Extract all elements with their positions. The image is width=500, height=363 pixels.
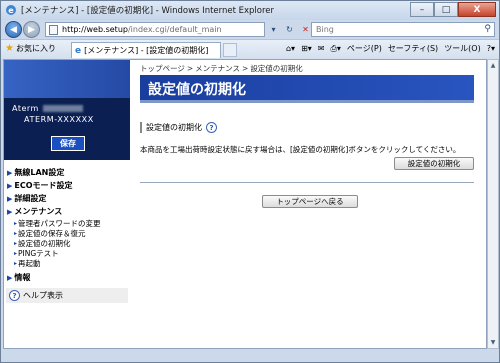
safety-menu[interactable]: セーフティ(S) (388, 43, 438, 54)
sub-bullet-icon: ▸ (14, 259, 18, 267)
star-icon: ★ (5, 43, 14, 54)
help-label: ヘルプ表示 (23, 291, 63, 300)
sidebar-item-maintenance[interactable]: ▶ メンテナンス (7, 205, 129, 218)
sidebar-item-advanced[interactable]: ▶ 詳細設定 (7, 192, 129, 205)
search-icon[interactable]: ⚲ (484, 24, 491, 34)
scroll-up-icon[interactable]: ▲ (488, 60, 498, 71)
back-arrow-icon[interactable]: ◀ (5, 21, 22, 38)
sidebar: Aterm ATERM-XXXXXX 保存 ▶ 無線LAN設定 ▶ ECOモード設定… (4, 60, 130, 348)
internet-explorer-icon: e (6, 5, 16, 15)
url-input[interactable]: http://web.setup/index.cgi/default_main (45, 22, 265, 37)
bullet-icon: ▶ (7, 273, 13, 282)
tab-title: [メンテナンス] - [設定値の初期化] (84, 46, 209, 55)
sidebar-item-label: 無線LAN設定 (14, 168, 65, 177)
sub-bullet-icon: ▸ (14, 229, 18, 237)
sidebar-item-info[interactable]: ▶ 情報 (7, 271, 129, 284)
forward-arrow-icon[interactable]: ▶ (23, 21, 40, 38)
search-placeholder: Bing (316, 25, 334, 34)
divider (140, 182, 474, 183)
breadcrumb-maintenance[interactable]: メンテナンス (195, 64, 240, 73)
help-link[interactable]: ? ヘルプ表示 (6, 288, 128, 303)
scroll-down-icon[interactable]: ▼ (488, 337, 498, 348)
print-icon[interactable]: ⎙▾ (330, 43, 340, 54)
browser-window: e [メンテナンス] - [設定値の初期化] - Windows Interne… (0, 0, 500, 363)
page-viewport: Aterm ATERM-XXXXXX 保存 ▶ 無線LAN設定 ▶ ECOモード設定… (3, 59, 487, 349)
sidebar-subitem-admin-password[interactable]: ▸ 管理者パスワードの変更 (7, 218, 129, 228)
close-button[interactable]: X (458, 2, 496, 17)
brand-panel: Aterm ATERM-XXXXXX 保存 (4, 60, 130, 160)
sidebar-item-label: ECOモード設定 (14, 181, 73, 190)
breadcrumb-separator: > (186, 64, 194, 73)
browser-tab[interactable]: e [メンテナンス] - [設定値の初期化] (71, 42, 221, 58)
breadcrumb-current: 設定値の初期化 (250, 64, 303, 73)
sidebar-subitem-restart[interactable]: ▸ 再起動 (7, 258, 129, 268)
section-marker (140, 122, 142, 133)
minimize-button[interactable]: – (410, 2, 434, 17)
section-title: 設定値の初期化 (146, 123, 202, 132)
refresh-icon[interactable]: ↻ (283, 23, 296, 36)
breadcrumb-top[interactable]: トップページ (140, 64, 185, 73)
favorites-button[interactable]: ★ お気に入り (5, 43, 56, 54)
sub-bullet-icon: ▸ (14, 239, 18, 247)
brand-line: Aterm (12, 104, 83, 113)
help-icon: ? (9, 290, 20, 301)
section-heading: 設定値の初期化 ? (140, 122, 217, 133)
page-header: 設定値の初期化 (140, 75, 474, 103)
sidebar-subitem-label: 再起動 (18, 258, 41, 268)
page-icon (49, 25, 58, 35)
sidebar-item-label: メンテナンス (14, 207, 63, 216)
title-bar: e [メンテナンス] - [設定値の初期化] - Windows Interne… (1, 1, 499, 20)
save-button[interactable]: 保存 (51, 136, 85, 151)
search-input[interactable]: Bing ⚲ (311, 22, 495, 37)
bullet-icon: ▶ (7, 181, 13, 190)
bullet-icon: ▶ (7, 207, 13, 216)
sidebar-menu: ▶ 無線LAN設定 ▶ ECOモード設定 ▶ 詳細設定 ▶ メンテナンス ▸ 管理者パスワ… (7, 166, 129, 284)
main-content: トップページ > メンテナンス > 設定値の初期化 設定値の初期化 設定値の初期化 ? … (136, 60, 486, 348)
mail-icon[interactable]: ✉ (318, 43, 325, 54)
help-menu-icon[interactable]: ?▾ (487, 43, 495, 54)
brand-stripe (4, 60, 130, 98)
favorites-label: お気に入り (15, 44, 56, 53)
feeds-icon[interactable]: ⊞▾ (301, 43, 312, 54)
bullet-icon: ▶ (7, 194, 13, 203)
dropdown-icon[interactable]: ▾ (267, 23, 280, 36)
sidebar-item-label: 詳細設定 (14, 194, 47, 203)
sidebar-subitem-save-restore[interactable]: ▸ 設定値の保存＆復元 (7, 228, 129, 238)
sidebar-item-eco-mode[interactable]: ▶ ECOモード設定 (7, 179, 129, 192)
address-bar: ◀ ▶ http://web.setup/index.cgi/default_m… (1, 20, 499, 39)
sidebar-subitem-ping-test[interactable]: ▸ PINGテスト (7, 248, 129, 258)
vertical-scrollbar[interactable]: ▲ ▼ (487, 59, 499, 349)
breadcrumb-separator: > (242, 64, 249, 73)
breadcrumb: トップページ > メンテナンス > 設定値の初期化 (140, 63, 303, 74)
blurred-serial (42, 105, 83, 112)
maximize-button[interactable]: □ (434, 2, 458, 17)
factory-reset-button[interactable]: 設定値の初期化 (394, 157, 474, 170)
page-title: 設定値の初期化 (148, 82, 246, 98)
new-tab-button[interactable] (223, 43, 237, 57)
description-text: 本商品を工場出荷時設定状態に戻す場合は、[設定値の初期化]ボタンをクリックしてく… (140, 145, 461, 154)
window-controls: – □ X (410, 2, 496, 18)
url-host: http://web.setup (62, 25, 128, 34)
sidebar-item-wireless-lan[interactable]: ▶ 無線LAN設定 (7, 166, 129, 179)
section-help-icon[interactable]: ? (206, 122, 217, 133)
url-path: /index.cgi/default_main (127, 25, 222, 34)
address-tools: ▾ ↻ ✕ (267, 23, 312, 36)
page-menu[interactable]: ページ(P) (347, 43, 382, 54)
home-icon[interactable]: ⌂▾ (286, 43, 295, 54)
sidebar-item-label: 情報 (14, 273, 31, 282)
bullet-icon: ▶ (7, 168, 13, 177)
svg-text:e: e (8, 6, 14, 15)
model-name: ATERM-XXXXXX (24, 115, 94, 124)
sidebar-subitem-factory-reset[interactable]: ▸ 設定値の初期化 (7, 238, 129, 248)
back-to-top-button[interactable]: トップページへ戻る (262, 195, 358, 208)
sub-bullet-icon: ▸ (14, 219, 18, 227)
command-bar: ⌂▾ ⊞▾ ✉ ⎙▾ ページ(P) セーフティ(S) ツール(O) ?▾ (286, 43, 495, 54)
brand-prefix: Aterm (12, 104, 39, 113)
tab-ie-icon: e (75, 45, 82, 56)
tools-menu[interactable]: ツール(O) (444, 43, 481, 54)
window-title: [メンテナンス] - [設定値の初期化] - Windows Internet … (21, 6, 275, 16)
favorites-bar: ★ お気に入り e [メンテナンス] - [設定値の初期化] ⌂▾ ⊞▾ ✉ ⎙… (1, 39, 499, 59)
sub-bullet-icon: ▸ (14, 249, 18, 257)
